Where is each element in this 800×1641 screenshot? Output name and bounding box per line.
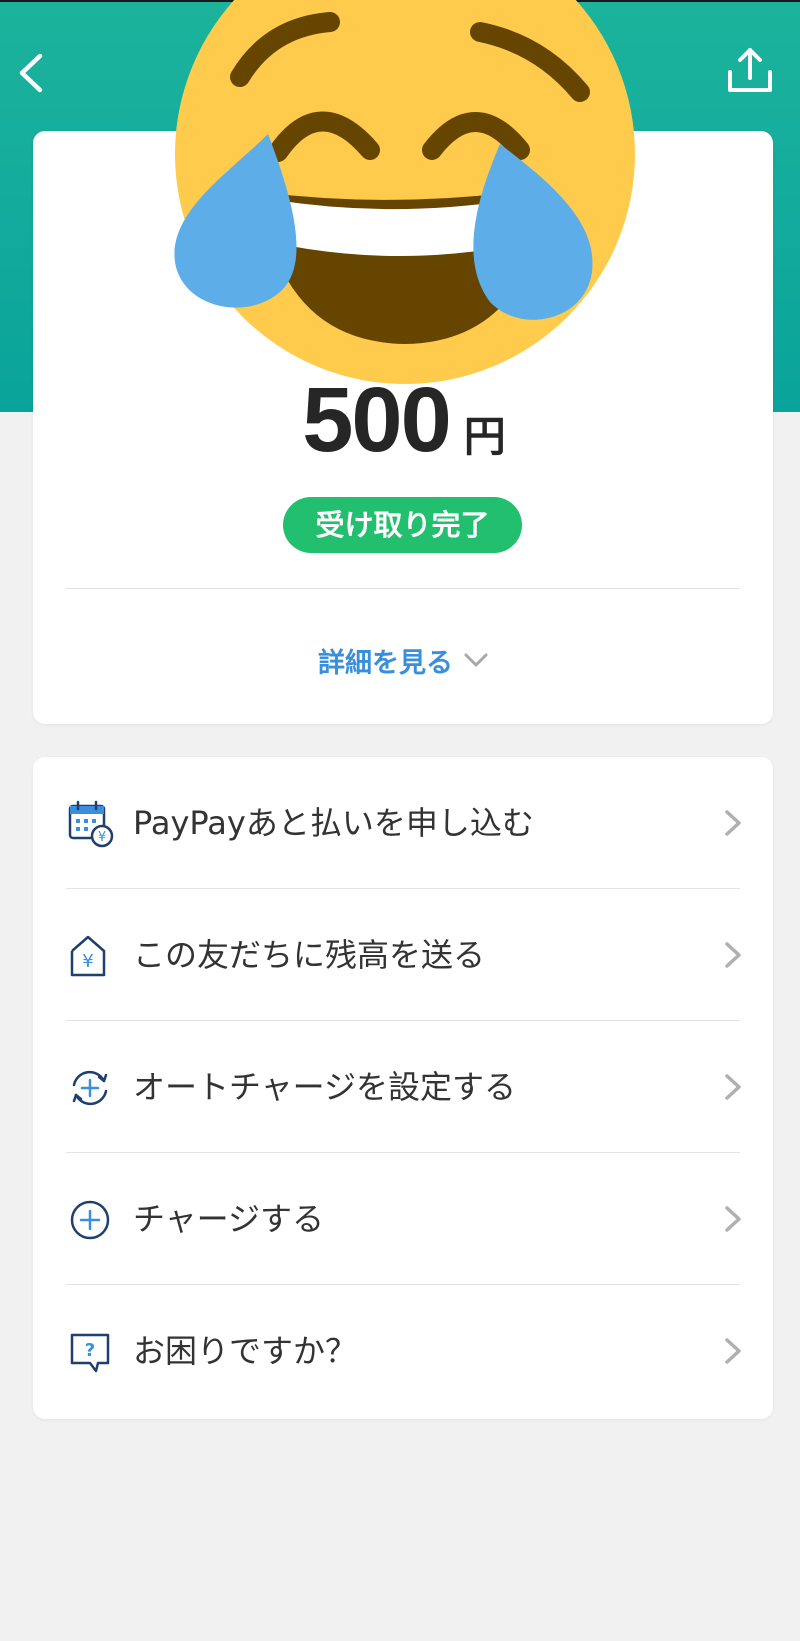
action-row-help[interactable]: ? お困りですか？ [33,1285,773,1417]
svg-text:¥: ¥ [82,951,93,972]
auto-charge-icon [72,1070,108,1106]
view-details-label: 詳細を見る [318,647,453,679]
status-badge: 受け取り完了 [283,497,522,553]
action-row-auto-charge[interactable]: オートチャージを設定する [33,1021,773,1153]
divider [66,588,740,589]
chevron-right-icon [725,1206,741,1232]
plus-circle-icon [70,1200,110,1240]
chevron-left-icon [19,53,43,93]
calendar-yen-icon: ¥ [68,800,114,848]
chevron-down-icon [464,653,488,667]
chevron-right-icon [725,1338,741,1364]
share-icon [728,48,772,92]
tears-of-joy-emoji-sticker [174,0,635,384]
action-label: この友だちに残高を送る [133,936,486,974]
chevron-right-icon [725,942,741,968]
chevron-right-icon [725,1074,741,1100]
share-button[interactable] [722,46,778,98]
back-button[interactable] [14,48,58,96]
svg-text:¥: ¥ [98,830,106,845]
action-row-charge[interactable]: チャージする [33,1153,773,1285]
action-row-send-balance[interactable]: ¥ この友だちに残高を送る [33,889,773,1021]
action-label: オートチャージを設定する [133,1068,517,1106]
action-label: チャージする [133,1200,325,1238]
house-yen-icon: ¥ [70,935,106,977]
view-details-link[interactable]: 詳細を見る [318,640,489,680]
action-label: お困りですか？ [133,1332,358,1370]
svg-text:?: ? [85,1340,95,1361]
action-row-paypay-later[interactable]: ¥ PayPayあと払いを申し込む [33,757,773,889]
chevron-right-icon [725,810,741,836]
currency-unit: 円 [463,412,506,461]
help-question-icon: ? [70,1333,110,1373]
action-label: PayPayあと払いを申し込む [133,804,534,842]
